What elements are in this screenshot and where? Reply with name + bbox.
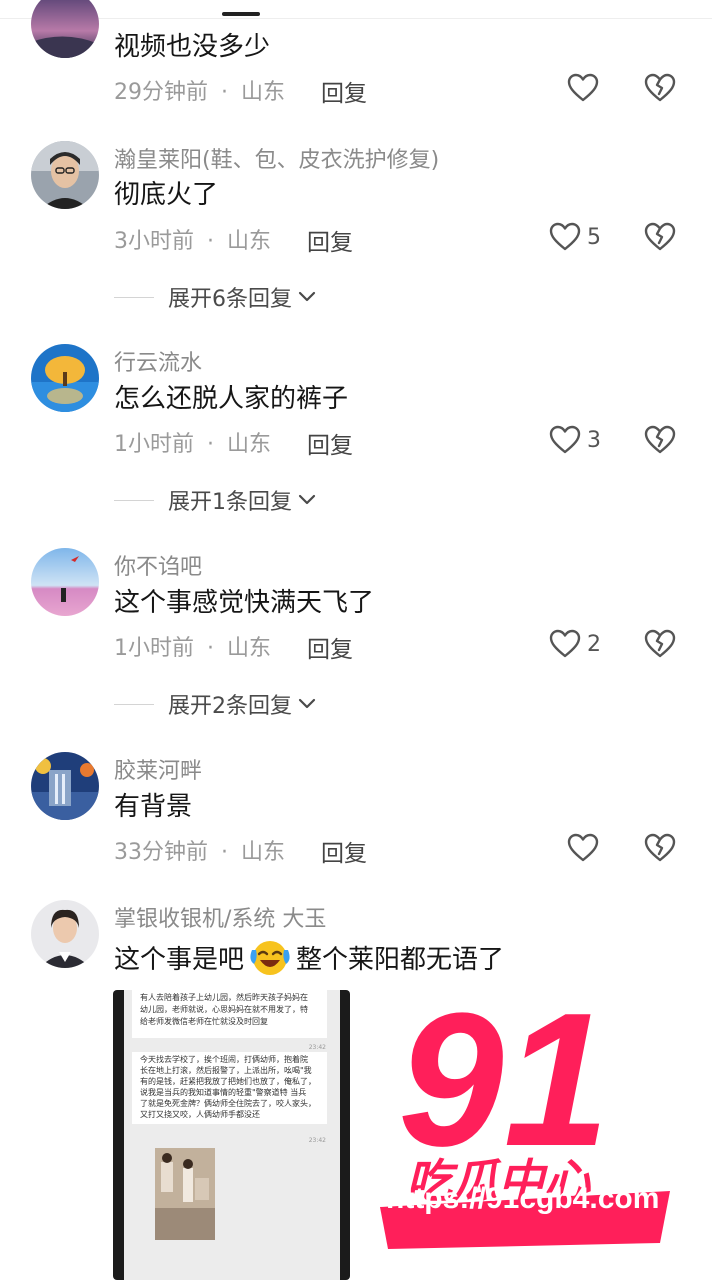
comment-time: 1小时前 [114, 636, 194, 661]
expand-replies-label: 展开2条回复 [168, 694, 292, 719]
chat-line: 长在地上打滚，然后报警了，上派出所，吆喝"我 [140, 1066, 312, 1075]
comment-meta: 33分钟前 · 山东 [114, 834, 285, 866]
video-thumbnail [155, 1148, 215, 1240]
broken-heart-icon[interactable] [643, 424, 677, 456]
avatar[interactable] [31, 0, 99, 58]
laughing-crying-emoji-icon [250, 941, 290, 975]
comment-meta: 1小时前 · 山东 [114, 630, 271, 662]
watermark: 91 吃瓜中心 https://91cgb4.com [378, 972, 678, 1255]
comment-time: 33分钟前 [114, 840, 208, 865]
chat-line: 有的是钱，赶紧把我放了把她们也放了，俺私了， [140, 1077, 316, 1086]
username[interactable]: 瀚皇莱阳(鞋、包、皮衣洗护修复) [114, 142, 439, 174]
heart-icon [549, 629, 581, 658]
reply-button[interactable]: 回复 [321, 74, 367, 108]
reply-button[interactable]: 回复 [321, 834, 367, 868]
divider [114, 499, 154, 501]
like-button[interactable] [567, 828, 605, 868]
chat-timestamp: 23:42 [308, 1137, 326, 1144]
chat-line: 幼儿园，老师就说，心思妈妈在就不用发了，特 [140, 1005, 308, 1014]
comment-image[interactable]: 有人去陪着孩子上幼儿园，然后昨天孩子妈妈在 幼儿园，老师就说，心思妈妈在就不用发… [113, 990, 350, 1280]
comment-text-part: 这个事是吧 [114, 945, 245, 975]
comment-location: 山东 [241, 80, 286, 105]
chat-bubble: 今天找去学校了，挨个班闹，打俩幼师，抱着院 长在地上打滚，然后报警了，上派出所，… [132, 1052, 327, 1124]
comment-text: 这个事感觉快满天飞了 [114, 588, 375, 618]
username[interactable]: 行云流水 [114, 345, 202, 377]
comment-text: 怎么还脱人家的裤子 [114, 384, 349, 414]
comment-text-part: 整个莱阳都无语了 [296, 945, 505, 975]
broken-heart-icon[interactable] [643, 221, 677, 253]
avatar[interactable] [31, 141, 99, 209]
comment-text: 有背景 [114, 792, 193, 822]
expand-replies-button[interactable]: 展开1条回复 [114, 485, 316, 515]
comment-time: 1小时前 [114, 432, 194, 457]
comment-location: 山东 [241, 840, 286, 865]
divider [114, 703, 154, 705]
comment-text: 彻底火了 [114, 180, 219, 210]
like-count: 2 [587, 631, 601, 657]
drag-handle[interactable] [222, 12, 260, 16]
comment-meta: 3小时前 · 山东 [114, 223, 271, 255]
comment-meta: 1小时前 · 山东 [114, 426, 271, 458]
chevron-down-icon [298, 494, 316, 505]
chevron-down-icon [298, 291, 316, 302]
username[interactable]: 胶莱河畔 [114, 753, 202, 785]
divider [114, 296, 154, 298]
chat-line: 又打又挠又咬，人俩幼师手都没还 [140, 1110, 260, 1119]
comment-text: 这个事是吧 整个莱阳都无语了 [114, 938, 504, 978]
reply-button[interactable]: 回复 [307, 223, 353, 257]
chat-line: 有人去陪着孩子上幼儿园，然后昨天孩子妈妈在 [140, 993, 308, 1002]
expand-replies-label: 展开6条回复 [168, 287, 292, 312]
comment-location: 山东 [227, 229, 272, 254]
chat-line: 给老师发微信老师在忙就没及时回复 [140, 1017, 268, 1026]
meta-dot: · [207, 432, 214, 457]
username[interactable]: 你不诌吧 [114, 549, 202, 581]
chat-bubble: 有人去陪着孩子上幼儿园，然后昨天孩子妈妈在 幼儿园，老师就说，心思妈妈在就不用发… [132, 990, 327, 1038]
avatar[interactable] [31, 752, 99, 820]
heart-icon [549, 425, 581, 454]
reply-button[interactable]: 回复 [307, 426, 353, 460]
chat-screenshot: 有人去陪着孩子上幼儿园，然后昨天孩子妈妈在 幼儿园，老师就说，心思妈妈在就不用发… [124, 990, 340, 1280]
chat-line: 今天找去学校了，挨个班闹，打俩幼师，抱着院 [140, 1055, 308, 1064]
like-count: 3 [587, 427, 601, 453]
meta-dot: · [221, 80, 228, 105]
heart-icon [567, 833, 599, 862]
chat-line: 了就是免死金牌？俩幼师全住院去了，咬人家头， [140, 1099, 316, 1108]
reply-button[interactable]: 回复 [307, 630, 353, 664]
top-bar [0, 0, 712, 19]
chat-timestamp: 23:42 [308, 1044, 326, 1051]
like-count: 5 [587, 224, 601, 250]
broken-heart-icon[interactable] [643, 72, 677, 104]
chat-line: 说我是当兵的我知道事情的轻重"警察道特 当兵 [140, 1088, 307, 1097]
comment-location: 山东 [227, 432, 272, 457]
meta-dot: · [221, 840, 228, 865]
like-button[interactable]: 2 [549, 624, 601, 664]
like-button[interactable] [567, 68, 605, 108]
comment-time: 29分钟前 [114, 80, 208, 105]
avatar[interactable] [31, 344, 99, 412]
heart-icon [567, 73, 599, 102]
comment-time: 3小时前 [114, 229, 194, 254]
expand-replies-button[interactable]: 展开6条回复 [114, 282, 316, 312]
meta-dot: · [207, 229, 214, 254]
username[interactable]: 掌银收银机/系统 大玉 [114, 901, 326, 933]
watermark-url: https://91cgb4.com [386, 1182, 660, 1215]
chevron-down-icon [298, 698, 316, 709]
heart-icon [549, 222, 581, 251]
meta-dot: · [207, 636, 214, 661]
like-button[interactable]: 5 [549, 217, 601, 257]
avatar[interactable] [31, 900, 99, 968]
broken-heart-icon[interactable] [643, 628, 677, 660]
broken-heart-icon[interactable] [643, 832, 677, 864]
comment-location: 山东 [227, 636, 272, 661]
avatar[interactable] [31, 548, 99, 616]
comment-meta: 29分钟前 · 山东 [114, 74, 285, 106]
like-button[interactable]: 3 [549, 420, 601, 460]
comment-text: 视频也没多少 [114, 32, 271, 62]
expand-replies-label: 展开1条回复 [168, 490, 292, 515]
expand-replies-button[interactable]: 展开2条回复 [114, 689, 316, 719]
